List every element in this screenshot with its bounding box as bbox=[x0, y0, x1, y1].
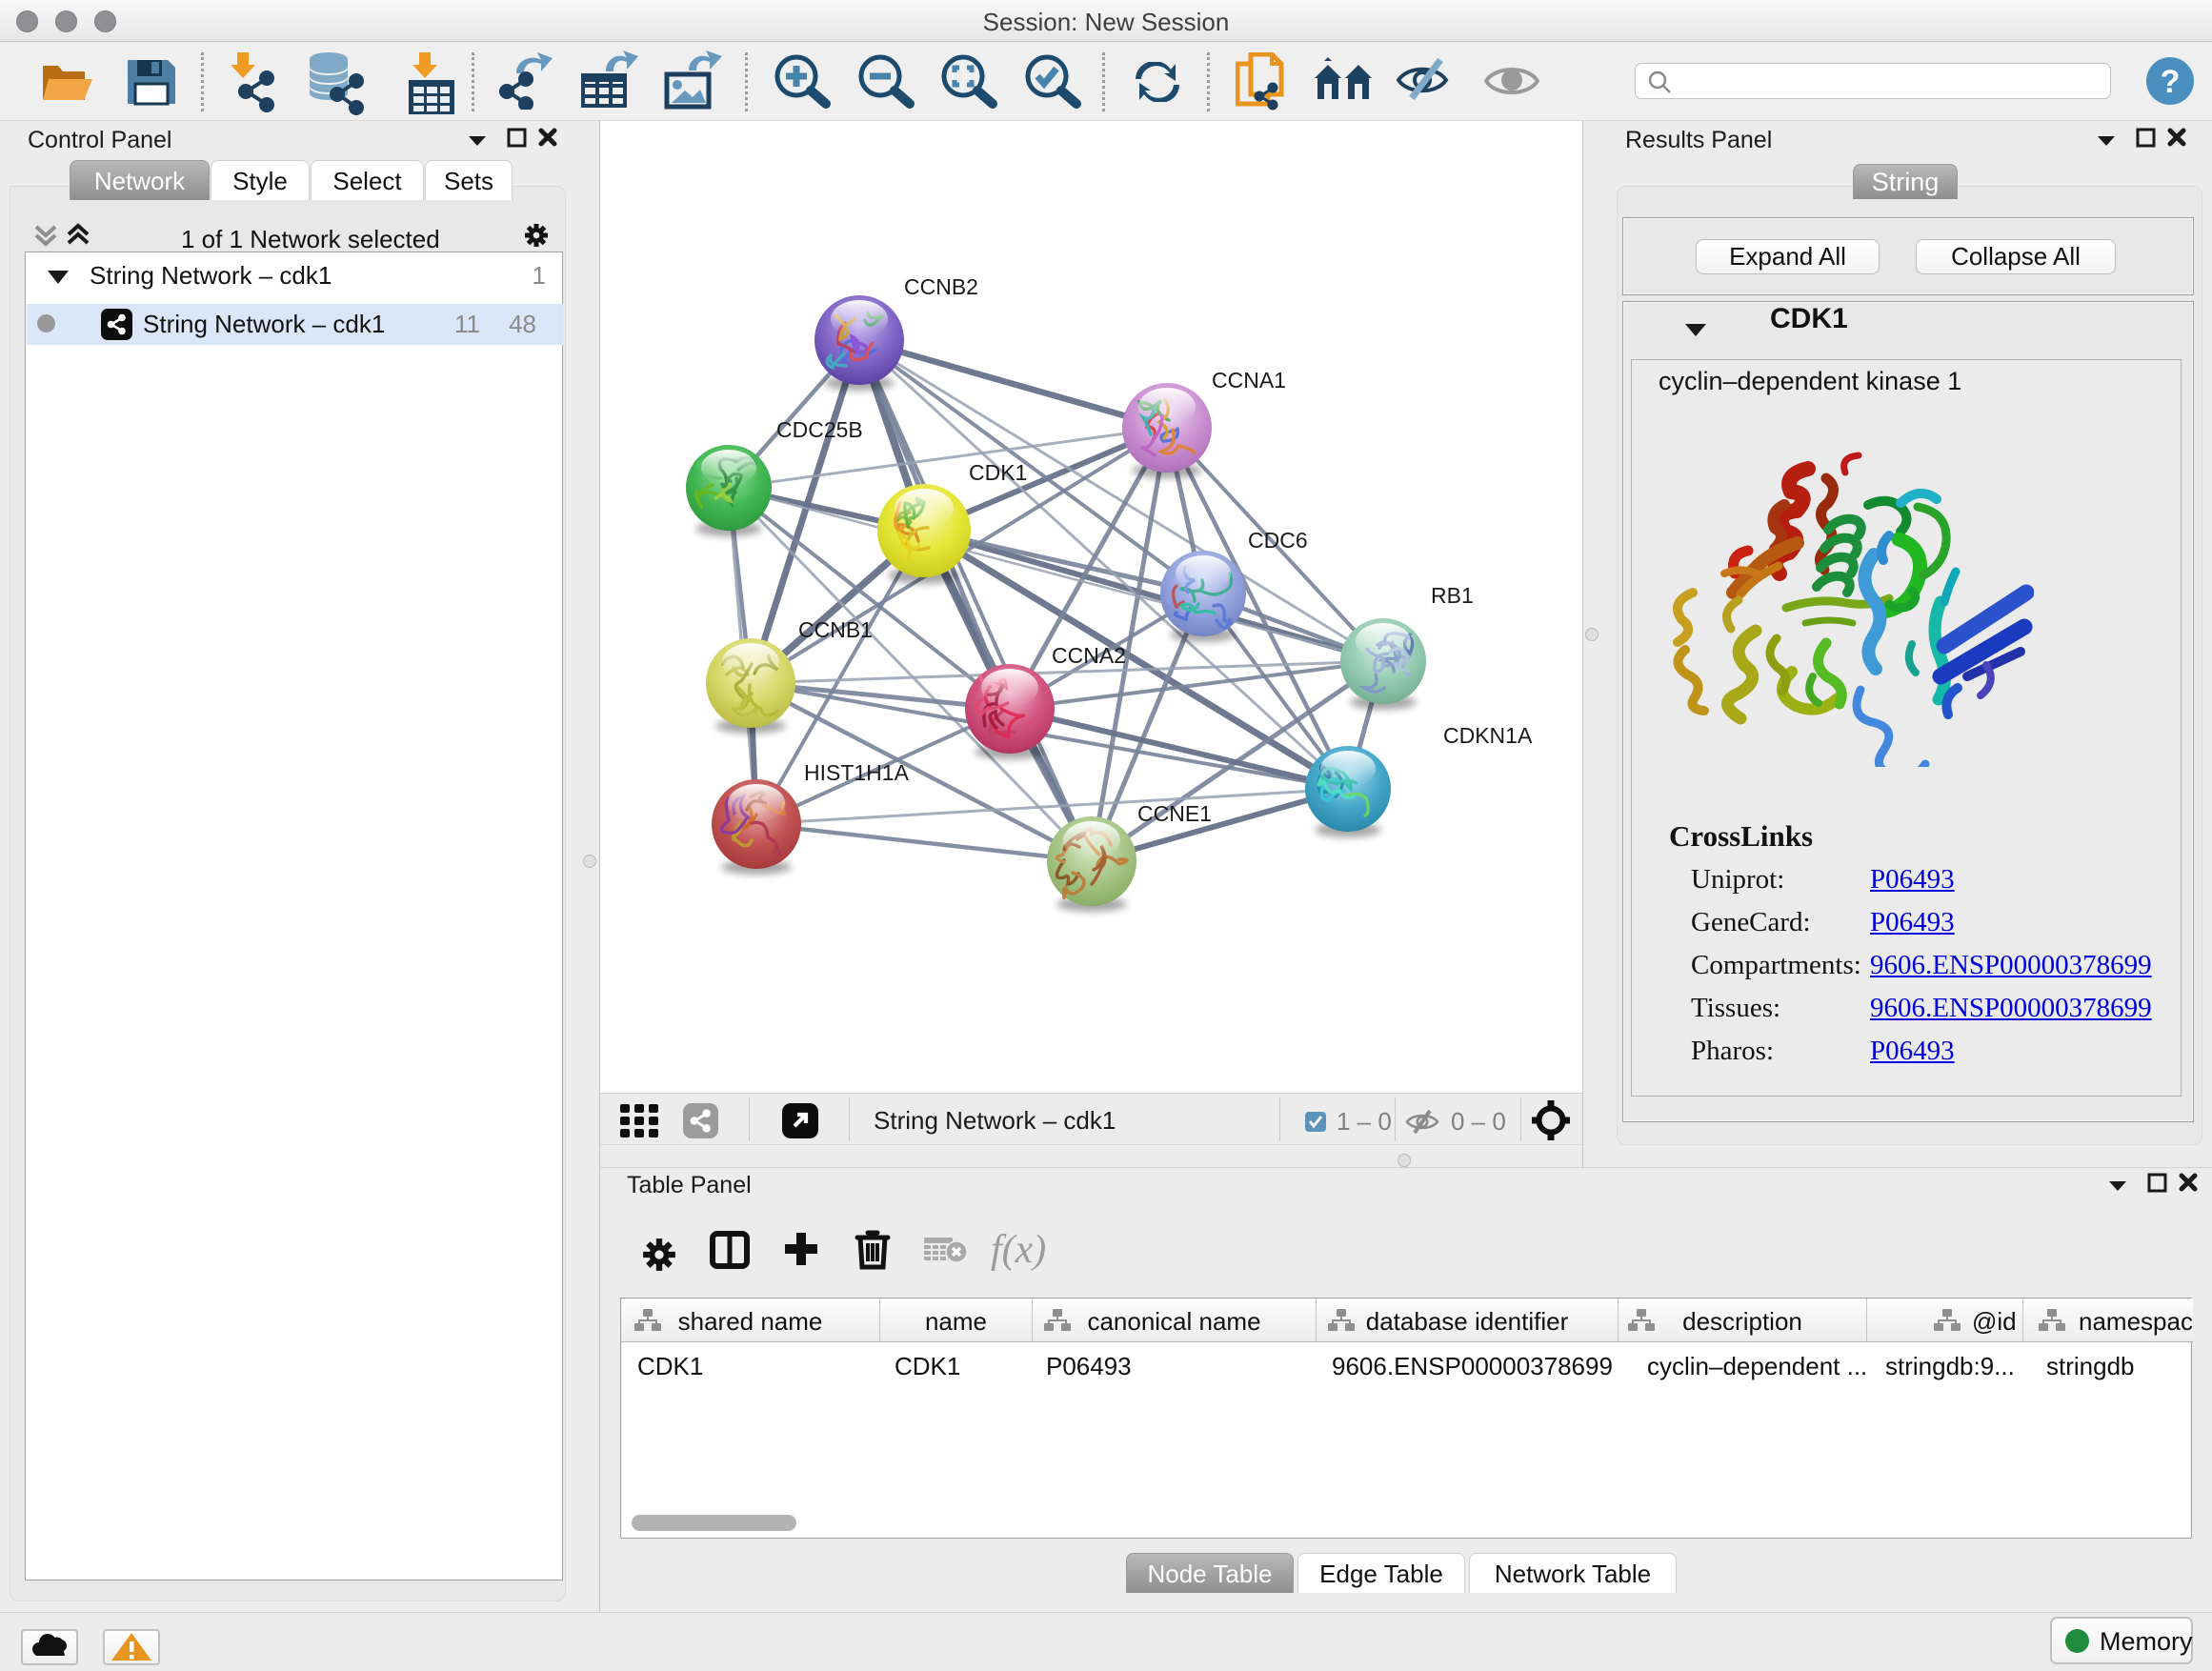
svg-text:CDKN1A: CDKN1A bbox=[1443, 723, 1533, 748]
svg-text:RB1: RB1 bbox=[1431, 583, 1474, 608]
svg-text:CDC6: CDC6 bbox=[1248, 528, 1308, 553]
svg-text:HIST1H1A: HIST1H1A bbox=[804, 760, 910, 785]
svg-text:CCNB1: CCNB1 bbox=[798, 617, 873, 642]
svg-text:CCNE1: CCNE1 bbox=[1137, 801, 1212, 826]
svg-text:CDC25B: CDC25B bbox=[776, 417, 863, 442]
svg-text:CDK1: CDK1 bbox=[969, 460, 1027, 485]
svg-text:CCNB2: CCNB2 bbox=[904, 274, 978, 299]
svg-text:CCNA1: CCNA1 bbox=[1212, 368, 1286, 393]
svg-text:?: ? bbox=[2161, 64, 2181, 100]
svg-text:CCNA2: CCNA2 bbox=[1052, 643, 1126, 668]
